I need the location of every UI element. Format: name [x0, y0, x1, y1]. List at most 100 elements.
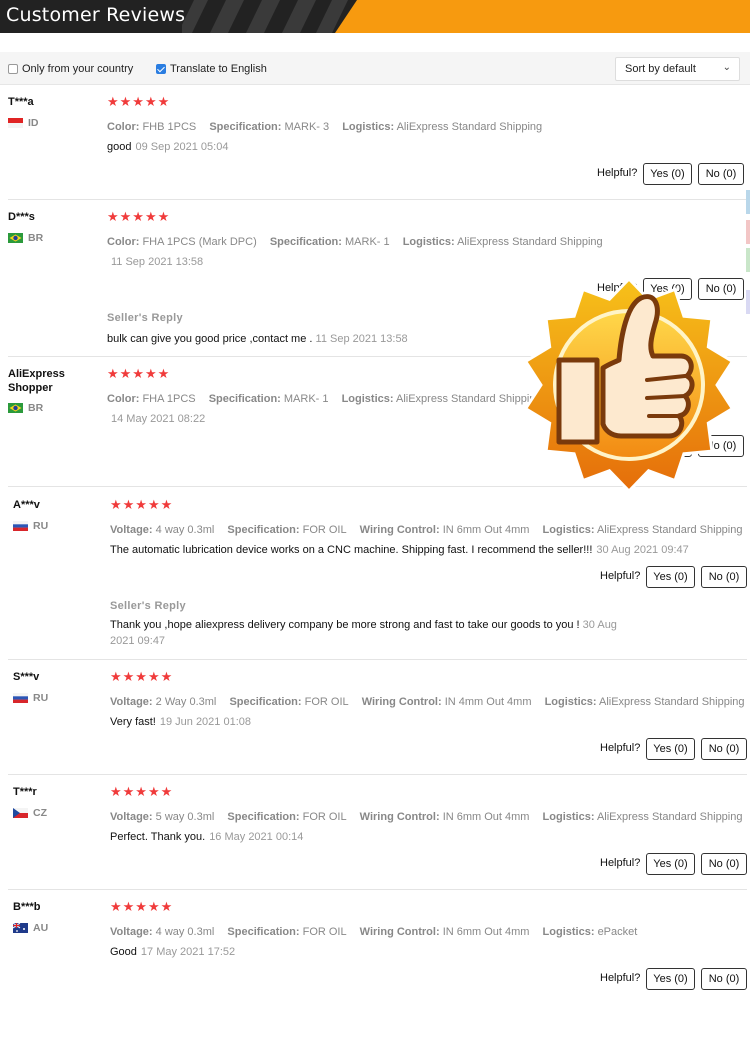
attribute-value: FOR OIL — [302, 926, 347, 938]
helpful-no-button[interactable]: No (0) — [701, 853, 747, 875]
review-date: 30 Aug 2021 09:47 — [596, 544, 689, 556]
review-body: Very fast! — [110, 716, 156, 728]
seller-reply-title: Seller's Reply — [107, 312, 183, 324]
review-text: The automatic lubrication device works o… — [110, 544, 689, 556]
reviewer-name: A***v — [13, 499, 40, 511]
helpful-label: Helpful? — [600, 570, 641, 582]
helpful-yes-button[interactable]: Yes (0) — [646, 968, 695, 990]
attribute-key: Specification: — [227, 524, 300, 536]
attribute-key: Logistics: — [342, 121, 395, 133]
attribute-key: Voltage: — [110, 524, 153, 536]
rating-stars: ★★★★★ — [110, 497, 174, 512]
review-attributes: Voltage: 2 Way 0.3ml Specification: FOR … — [110, 696, 750, 708]
attribute-key: Wiring Control: — [359, 524, 440, 536]
seller-reply-text: bulk can give you good price ,contact me… — [107, 331, 527, 347]
seller-reply-title: Seller's Reply — [110, 600, 186, 612]
edge-marker — [746, 290, 750, 314]
seller-reply-body: bulk can give you good price ,contact me… — [107, 333, 313, 345]
reviewer-country: BR — [28, 232, 44, 244]
country-flag-icon — [8, 403, 23, 413]
reviewer-country: BR — [28, 402, 44, 414]
helpful-no-button[interactable]: No (0) — [701, 738, 747, 760]
review-text: 14 May 2021 08:22 — [107, 413, 205, 425]
helpful-no-button[interactable]: No (0) — [701, 566, 747, 588]
edge-marker — [746, 220, 750, 244]
review-body: good — [107, 141, 132, 153]
review-date: 19 Jun 2021 01:08 — [159, 716, 251, 728]
helpful-no-button[interactable]: No (0) — [698, 163, 744, 185]
reviewer-country: ID — [28, 117, 39, 129]
attribute-value: MARK- 1 — [345, 236, 390, 248]
helpful-yes-button[interactable]: Yes (0) — [643, 163, 692, 185]
helpful-label: Helpful? — [600, 742, 641, 754]
chevron-down-icon: ⌄ — [722, 62, 731, 73]
attribute-value: 4 way 0.3ml — [155, 524, 215, 536]
reviewer-name: B***b — [13, 901, 41, 913]
country-flag-icon — [8, 233, 23, 243]
attribute-value: IN 6mm Out 4mm — [442, 524, 530, 536]
country-flag-icon — [13, 693, 28, 703]
reviewer-country: RU — [33, 692, 49, 704]
reviewer-name: D***s — [8, 211, 35, 223]
reviewer-country: RU — [33, 520, 49, 532]
sort-select[interactable]: Sort by default ⌄ — [615, 57, 740, 81]
only-country-checkbox[interactable] — [8, 64, 18, 74]
review-date: 11 Sep 2021 13:58 — [111, 256, 204, 268]
attribute-key: Specification: — [209, 121, 282, 133]
translate-checkbox[interactable] — [156, 64, 166, 74]
seller-reply-text: Thank you ,hope aliexpress delivery comp… — [110, 617, 640, 649]
helpful-yes-button[interactable]: Yes (0) — [646, 738, 695, 760]
attribute-value: AliExpress Standard Shipping — [457, 236, 603, 248]
review-body: Perfect. Thank you. — [110, 831, 206, 843]
attribute-key: Specification: — [227, 926, 300, 938]
review-body: Good — [110, 946, 137, 958]
rating-stars: ★★★★★ — [107, 94, 171, 109]
rating-stars: ★★★★★ — [110, 899, 174, 914]
helpful-no-button[interactable]: No (0) — [701, 968, 747, 990]
seller-reply-body: Thank you ,hope aliexpress delivery comp… — [110, 619, 580, 631]
translate-label[interactable]: Translate to English — [170, 63, 267, 75]
attribute-key: Specification: — [208, 393, 281, 405]
attribute-key: Color: — [107, 393, 140, 405]
attribute-value: FHA 1PCS (Mark DPC) — [142, 236, 257, 248]
reviewer-name: T***a — [8, 96, 34, 108]
review-text: good 09 Sep 2021 05:04 — [107, 141, 228, 153]
attribute-value: 2 Way 0.3ml — [155, 696, 217, 708]
review-text: Very fast! 19 Jun 2021 01:08 — [110, 716, 251, 728]
reviewer-country: CZ — [33, 807, 47, 819]
header-banner: Customer Reviews — [0, 0, 750, 33]
attribute-key: Color: — [107, 236, 140, 248]
attribute-value: 4 way 0.3ml — [155, 926, 215, 938]
helpful-yes-button[interactable]: Yes (0) — [646, 853, 695, 875]
thumbs-up-badge-icon — [523, 276, 735, 490]
reviewer-name: AliExpress Shopper — [8, 368, 65, 394]
review-text: Good 17 May 2021 17:52 — [110, 946, 235, 958]
review-attributes: Voltage: 4 way 0.3ml Specification: FOR … — [110, 926, 647, 938]
banner-stripes-decoration — [182, 0, 348, 33]
helpful-label: Helpful? — [600, 972, 641, 984]
attribute-key: Logistics: — [341, 393, 394, 405]
attribute-value: MARK- 3 — [284, 121, 330, 133]
helpful-yes-button[interactable]: Yes (0) — [646, 566, 695, 588]
attribute-key: Color: — [107, 121, 140, 133]
attribute-value: AliExpress Standard Shipping — [596, 811, 743, 823]
review-attributes: Voltage: 5 way 0.3ml Specification: FOR … — [110, 811, 750, 823]
banner-orange-band — [335, 0, 750, 33]
only-country-label[interactable]: Only from your country — [22, 63, 133, 75]
attribute-value: AliExpress Standard Shipping — [596, 524, 743, 536]
attribute-value: FHB 1PCS — [142, 121, 197, 133]
attribute-key: Voltage: — [110, 926, 153, 938]
attribute-key: Specification: — [269, 236, 342, 248]
edge-marker — [746, 248, 750, 272]
attribute-key: Specification: — [229, 696, 302, 708]
attribute-key: Wiring Control: — [361, 696, 442, 708]
attribute-key: Wiring Control: — [359, 811, 440, 823]
attribute-key: Wiring Control: — [359, 926, 440, 938]
country-flag-icon — [13, 923, 28, 933]
review-body: The automatic lubrication device works o… — [110, 544, 593, 556]
attribute-key: Logistics: — [542, 811, 595, 823]
review-attributes: Color: FHB 1PCS Specification: MARK- 3 L… — [107, 121, 552, 133]
rating-stars: ★★★★★ — [110, 669, 174, 684]
attribute-value: ePacket — [597, 926, 638, 938]
attribute-value: FOR OIL — [302, 811, 347, 823]
